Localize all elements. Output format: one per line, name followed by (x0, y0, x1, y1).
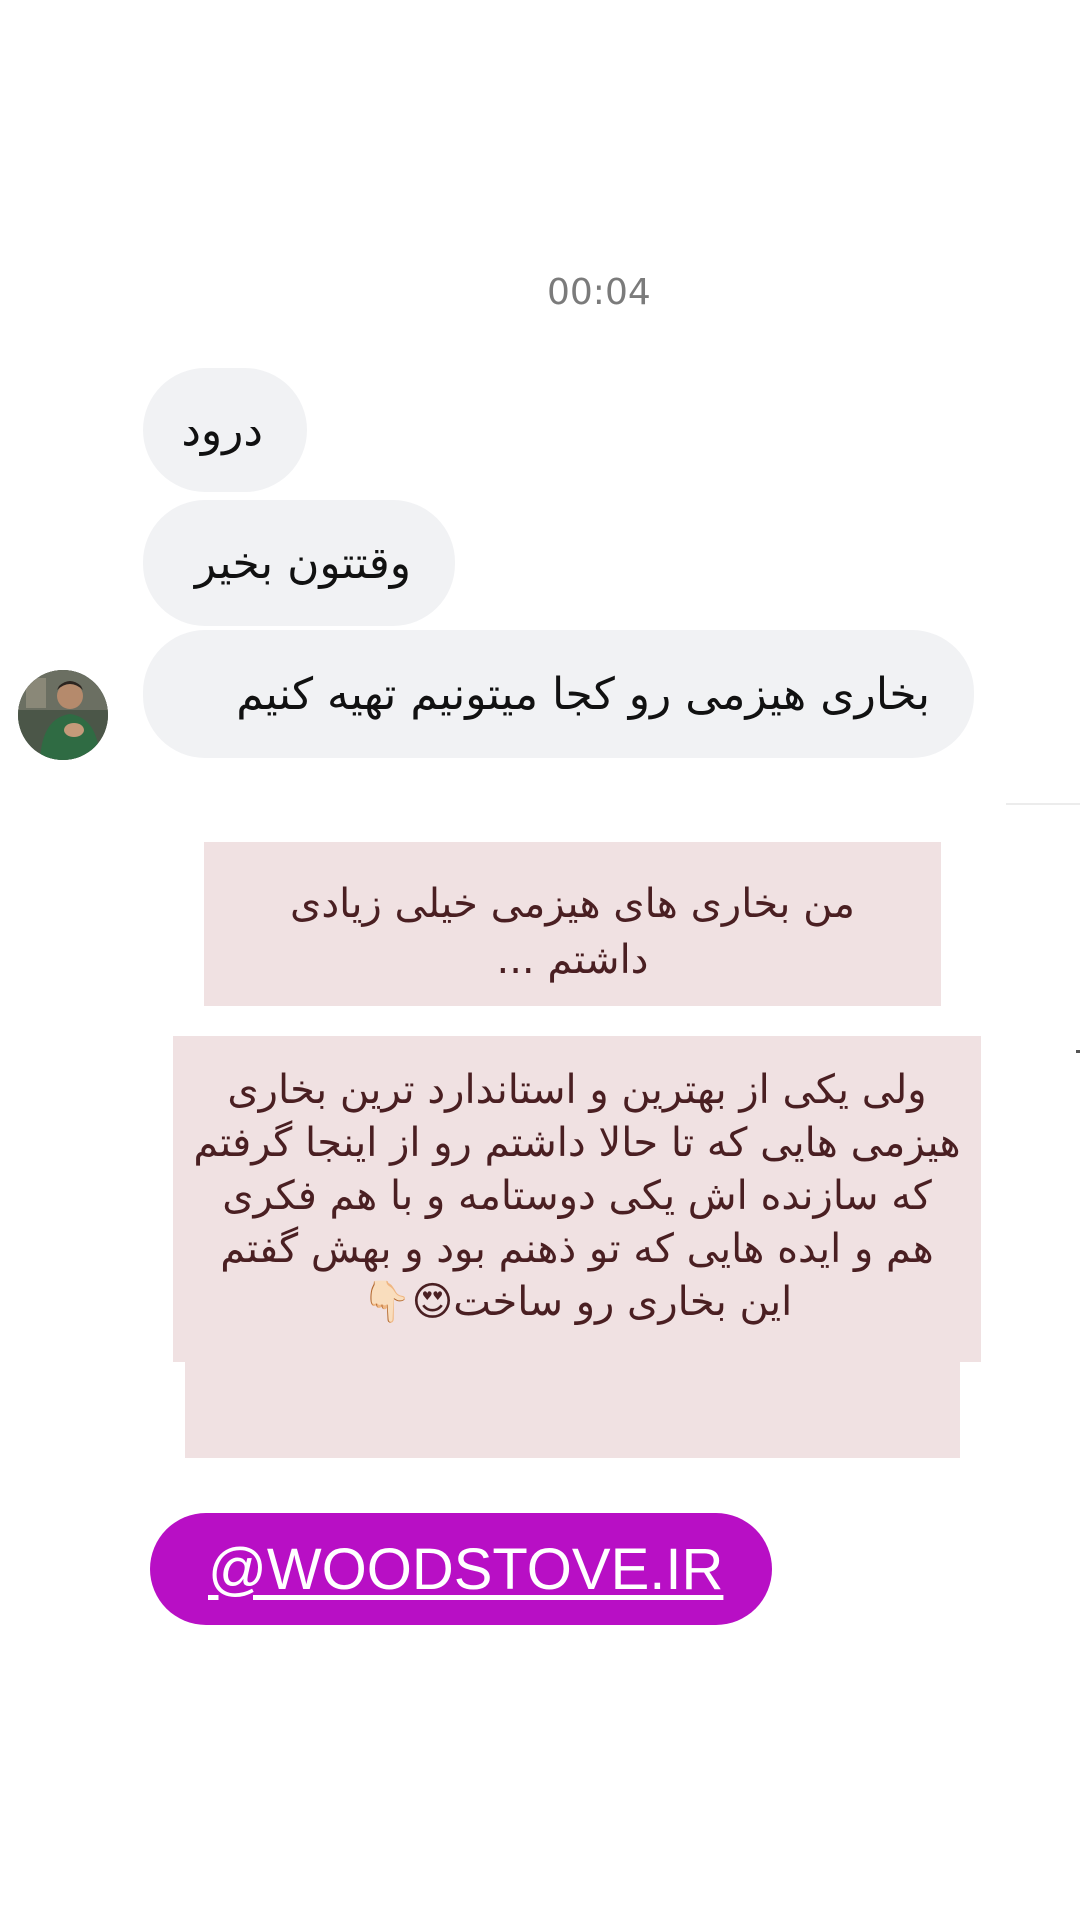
divider-line (1006, 803, 1080, 805)
caption-card-intro: من بخاری های هیزمی خیلی زیادی داشتم ... (204, 842, 941, 1006)
message-text: وقتتون بخیر (194, 537, 411, 589)
message-timestamp: 00:04 (547, 272, 651, 313)
message-bubble-good-time[interactable]: وقتتون بخیر (143, 500, 455, 626)
sender-avatar[interactable] (18, 670, 108, 760)
message-bubble-question[interactable]: بخاری هیزمی رو کجا میتونیم تهیه کنیم (143, 630, 974, 758)
avatar-photo-icon (18, 670, 108, 760)
message-bubble-greeting[interactable]: درود (143, 368, 307, 492)
caption-text: من بخاری های هیزمی خیلی زیادی داشتم ... (290, 881, 855, 983)
edge-mark (1076, 1050, 1080, 1053)
caption-text-recommendation: ولی یکی از بهترین و استاندارد ترین بخاری… (193, 1067, 961, 1325)
link-sticker-label: @WOODSTOVE.IR (208, 1536, 724, 1602)
link-sticker-button[interactable]: @WOODSTOVE.IR (150, 1513, 772, 1625)
caption-card-background-tail (185, 1362, 960, 1458)
message-text: درود (181, 404, 263, 456)
message-text: بخاری هیزمی رو کجا میتونیم تهیه کنیم (236, 668, 930, 720)
